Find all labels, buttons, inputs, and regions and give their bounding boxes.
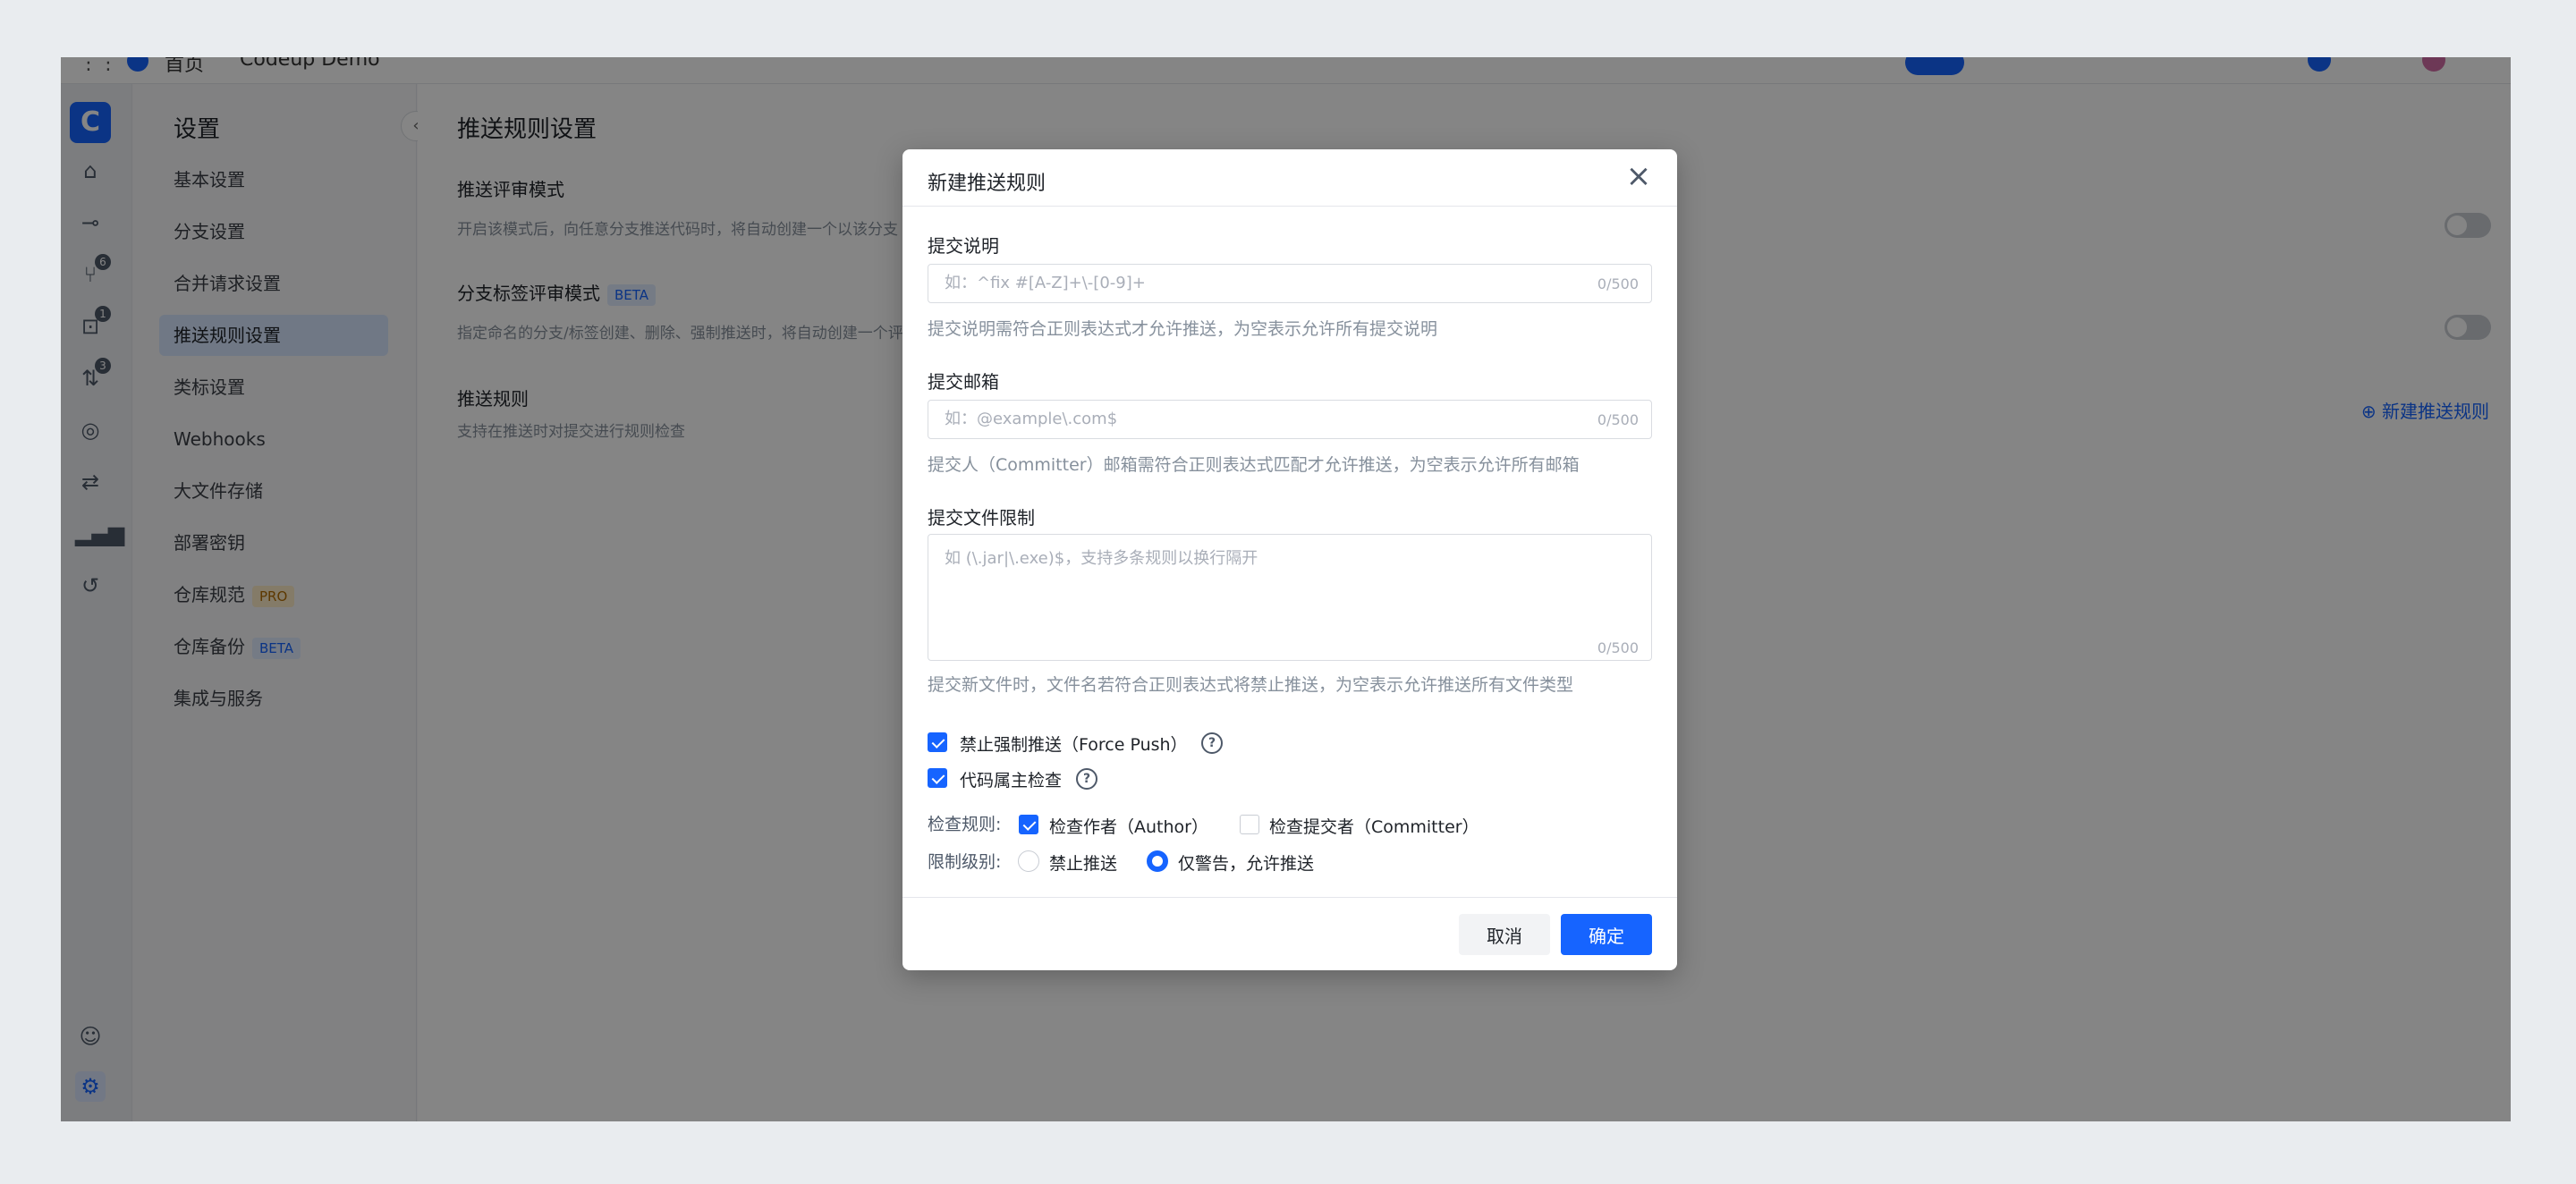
file-limit-help: 提交新文件时，文件名若符合正则表达式将禁止推送，为空表示允许推送所有文件类型 xyxy=(928,675,1574,695)
commit-email-counter: 0/500 xyxy=(1597,411,1639,428)
check-author-label[interactable]: 检查作者（Author） xyxy=(1049,814,1208,838)
commit-email-label: 提交邮箱 xyxy=(928,371,999,393)
check-rule-label: 检查规则: xyxy=(928,815,1002,834)
check-committer-label[interactable]: 检查提交者（Committer） xyxy=(1269,814,1479,838)
check-committer-checkbox[interactable] xyxy=(1240,815,1259,834)
owner-check-checkbox[interactable] xyxy=(928,768,947,788)
force-push-checkbox[interactable] xyxy=(928,732,947,752)
check-author-checkbox[interactable] xyxy=(1019,815,1038,834)
close-icon[interactable]: × xyxy=(1625,161,1652,191)
block-push-radio[interactable] xyxy=(1018,850,1039,872)
commit-email-help: 提交人（Committer）邮箱需符合正则表达式匹配才允许推送，为空表示允许所有… xyxy=(928,455,1580,475)
file-limit-field[interactable]: 0/500 xyxy=(928,534,1652,661)
dialog-title: 新建推送规则 xyxy=(928,173,1046,195)
commit-email-field[interactable]: 0/500 xyxy=(928,400,1652,439)
dialog-header: 新建推送规则 × xyxy=(902,149,1677,207)
file-limit-counter: 0/500 xyxy=(1597,639,1639,656)
commit-message-help: 提交说明需符合正则表达式才允许推送，为空表示允许所有提交说明 xyxy=(928,319,1438,339)
warn-only-label[interactable]: 仅警告，允许推送 xyxy=(1178,850,1314,875)
owner-check-help-icon[interactable]: ? xyxy=(1076,768,1097,790)
commit-message-field[interactable]: 0/500 xyxy=(928,264,1652,303)
limit-level-label: 限制级别: xyxy=(928,852,1002,872)
cancel-button[interactable]: 取消 xyxy=(1459,914,1550,955)
file-limit-textarea[interactable] xyxy=(945,545,1553,644)
file-limit-label: 提交文件限制 xyxy=(928,507,1035,529)
owner-check-label[interactable]: 代码属主检查 xyxy=(960,767,1062,791)
block-push-label[interactable]: 禁止推送 xyxy=(1049,850,1117,875)
commit-email-input[interactable] xyxy=(945,410,1553,428)
commit-message-input[interactable] xyxy=(945,274,1553,292)
commit-message-label: 提交说明 xyxy=(928,235,999,257)
new-push-rule-dialog: 新建推送规则 × 提交说明 0/500 提交说明需符合正则表达式才允许推送，为空… xyxy=(902,149,1677,970)
dialog-footer: 取消 确定 xyxy=(902,897,1677,970)
force-push-label[interactable]: 禁止强制推送（Force Push） xyxy=(960,732,1188,756)
warn-only-radio[interactable] xyxy=(1147,850,1168,872)
confirm-button[interactable]: 确定 xyxy=(1561,914,1652,955)
commit-message-counter: 0/500 xyxy=(1597,275,1639,292)
force-push-help-icon[interactable]: ? xyxy=(1201,732,1223,754)
